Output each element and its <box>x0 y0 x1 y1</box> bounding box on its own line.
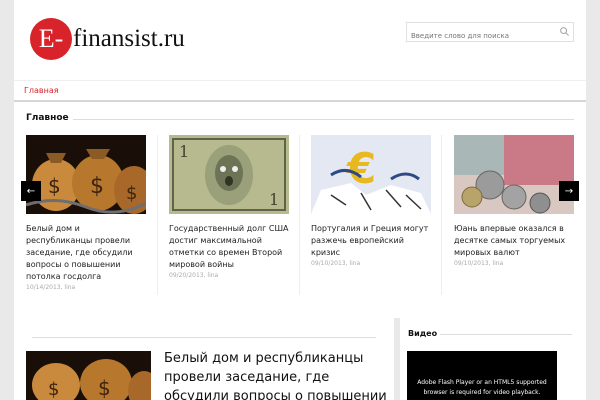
slide-meta: 09/20/2013, lina <box>169 272 219 279</box>
main-column: $ $ Белый дом и республиканцы провели за… <box>14 318 394 400</box>
slide-caption[interactable]: Португалия и Греция могут разжечь европе… <box>311 223 431 259</box>
slide-thumbnail[interactable]: 1 1 <box>169 135 289 214</box>
slide-thumbnail[interactable]: $ $ $ <box>26 135 146 214</box>
svg-text:1: 1 <box>179 142 189 161</box>
article-headline[interactable]: Белый дом и республиканцы провели заседа… <box>164 349 389 400</box>
article-thumbnail[interactable]: $ $ <box>26 351 151 400</box>
page: E- finansist.ru Главная Главное <box>14 0 586 400</box>
arrow-left-icon: ← <box>26 185 36 197</box>
video-rule <box>440 334 572 335</box>
svg-text:$: $ <box>126 183 137 204</box>
slide-meta: 10/14/2013, lina <box>26 284 76 291</box>
svg-text:$: $ <box>48 379 59 400</box>
video-message: Adobe Flash Player or an HTML5 supported… <box>417 379 547 396</box>
featured-heading: Главное <box>26 113 574 125</box>
video-player[interactable]: Adobe Flash Player or an HTML5 supported… <box>407 351 557 400</box>
search-input[interactable] <box>407 27 552 45</box>
search-box <box>406 22 574 45</box>
featured-title: Главное <box>26 113 73 123</box>
nav-item-home[interactable]: Главная <box>24 86 59 95</box>
main-rule <box>32 337 376 338</box>
slide-item[interactable]: $ $ $ Белый дом и республиканцы провели … <box>26 135 146 300</box>
slide-caption[interactable]: Белый дом и республиканцы провели заседа… <box>26 223 146 283</box>
slider-prev-button[interactable]: ← <box>21 181 41 201</box>
site-logo[interactable]: E- finansist.ru <box>30 17 185 61</box>
heading-rule <box>26 119 574 120</box>
slide-item[interactable]: Юань впервые оказался в десятке самых то… <box>454 135 574 300</box>
svg-text:1: 1 <box>269 190 279 209</box>
main-nav: Главная <box>14 80 586 102</box>
svg-text:$: $ <box>98 376 111 400</box>
slide-divider <box>441 135 442 295</box>
svg-text:$: $ <box>90 174 104 199</box>
slider-next-button[interactable]: → <box>559 181 579 201</box>
slide-caption[interactable]: Государственный долг США достиг максимал… <box>169 223 289 271</box>
search-icon[interactable] <box>559 26 570 37</box>
svg-text:$: $ <box>48 174 61 198</box>
slide-item[interactable]: 1 1 Государственный долг США достиг макс… <box>169 135 289 300</box>
header: E- finansist.ru <box>14 0 586 80</box>
svg-text:€: € <box>346 144 376 193</box>
sidebar-video: Видео Adobe Flash Player or an HTML5 sup… <box>400 318 586 400</box>
slide-caption[interactable]: Юань впервые оказался в десятке самых то… <box>454 223 574 259</box>
arrow-right-icon: → <box>564 185 574 197</box>
logo-badge: E- <box>30 18 72 60</box>
slide-divider <box>299 135 300 295</box>
logo-text: finansist.ru <box>73 25 185 52</box>
video-heading: Видео <box>408 329 438 338</box>
slide-thumbnail[interactable]: € <box>311 135 431 214</box>
slide-item[interactable]: € Португалия и Греция могут разжечь евро… <box>311 135 431 300</box>
slide-divider <box>157 135 158 295</box>
slide-thumbnail[interactable] <box>454 135 574 214</box>
slide-meta: 09/10/2013, lina <box>311 260 361 267</box>
slide-meta: 09/10/2013, lina <box>454 260 504 267</box>
featured-slider: $ $ $ Белый дом и республиканцы провели … <box>14 135 586 305</box>
